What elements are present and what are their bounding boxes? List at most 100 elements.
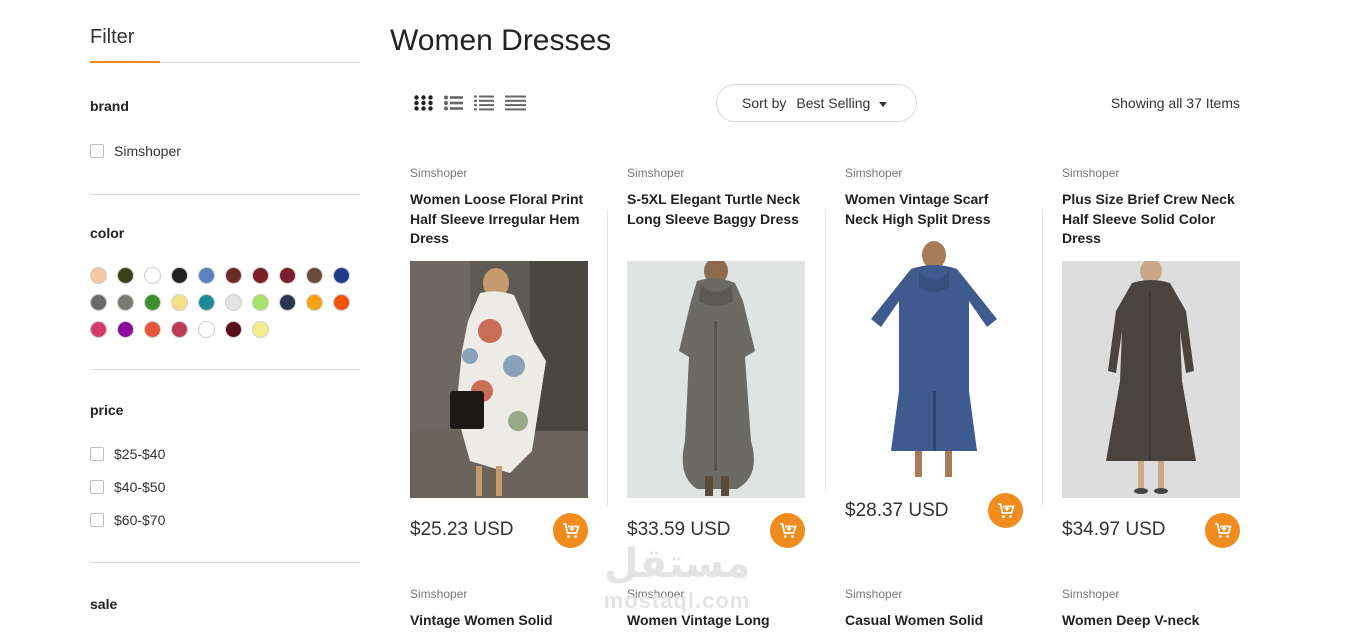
product-brand: Simshoper <box>845 587 903 601</box>
product-card[interactable]: Simshoper S-5XL Elegant Turtle Neck Long… <box>627 166 805 556</box>
color-swatch[interactable] <box>225 294 242 311</box>
cart-add-icon <box>562 523 580 538</box>
color-swatch[interactable] <box>117 321 134 338</box>
product-price: $28.37 USD <box>845 500 949 521</box>
color-swatch[interactable] <box>117 267 134 284</box>
color-swatch[interactable] <box>279 294 296 311</box>
price-option-60-70[interactable]: $60-$70 <box>90 512 165 528</box>
brand-section-title: brand <box>90 98 129 114</box>
color-swatch[interactable] <box>90 321 107 338</box>
color-swatch[interactable] <box>252 294 269 311</box>
product-price: $34.97 USD <box>1062 519 1166 540</box>
color-swatch[interactable] <box>90 267 107 284</box>
product-card[interactable]: Simshoper Women Vintage Long <box>627 587 805 632</box>
color-swatch[interactable] <box>198 294 215 311</box>
product-brand: Simshoper <box>1062 166 1120 180</box>
price-option-label: $60-$70 <box>114 512 166 528</box>
product-price: $33.59 USD <box>627 519 731 540</box>
brand-option-simshoper[interactable]: Simshoper <box>90 143 181 159</box>
product-name[interactable]: Vintage Women Solid <box>410 611 588 631</box>
color-swatch[interactable] <box>198 267 215 284</box>
price-section-title: price <box>90 402 124 418</box>
card-divider <box>1042 210 1043 506</box>
color-swatch[interactable] <box>144 321 161 338</box>
product-card[interactable]: Simshoper Vintage Women Solid <box>410 587 588 632</box>
filter-sidebar: Filter brand Simshoper color price $25-$… <box>90 0 360 623</box>
color-swatch[interactable] <box>198 321 215 338</box>
price-checkbox[interactable] <box>90 513 104 527</box>
cart-add-icon <box>779 523 797 538</box>
product-name[interactable]: Women Vintage Long <box>627 611 805 631</box>
color-swatches <box>90 267 350 338</box>
grid-view-icon[interactable] <box>414 95 433 111</box>
color-swatch[interactable] <box>117 294 134 311</box>
cart-add-icon <box>997 503 1015 518</box>
color-swatch[interactable] <box>90 294 107 311</box>
view-toggle-group <box>414 95 526 111</box>
product-name[interactable]: Plus Size Brief Crew Neck Half Sleeve So… <box>1062 190 1240 249</box>
product-brand: Simshoper <box>627 587 685 601</box>
page-title: Women Dresses <box>390 24 612 57</box>
cart-add-icon <box>1214 523 1232 538</box>
color-section-title: color <box>90 225 125 241</box>
card-divider <box>607 210 608 506</box>
product-card[interactable]: Simshoper Women Loose Floral Print Half … <box>410 166 588 556</box>
product-brand: Simshoper <box>1062 587 1120 601</box>
add-to-cart-button[interactable] <box>1205 513 1240 548</box>
product-name[interactable]: Casual Women Solid <box>845 611 1023 631</box>
color-swatch[interactable] <box>144 267 161 284</box>
color-swatch[interactable] <box>306 294 323 311</box>
color-swatch[interactable] <box>225 321 242 338</box>
product-image[interactable] <box>845 241 1023 478</box>
color-swatch[interactable] <box>333 294 350 311</box>
color-section: color <box>90 195 360 370</box>
price-option-25-40[interactable]: $25-$40 <box>90 446 165 462</box>
product-card[interactable]: Simshoper Casual Women Solid <box>845 587 1023 632</box>
product-image[interactable] <box>1062 261 1240 498</box>
color-swatch[interactable] <box>171 294 188 311</box>
color-swatch[interactable] <box>171 267 188 284</box>
color-swatch[interactable] <box>333 267 350 284</box>
product-card[interactable]: Simshoper Women Deep V-neck <box>1062 587 1240 632</box>
sort-label: Sort by <box>742 95 787 111</box>
price-option-40-50[interactable]: $40-$50 <box>90 479 165 495</box>
product-name[interactable]: Women Loose Floral Print Half Sleeve Irr… <box>410 190 588 249</box>
color-swatch[interactable] <box>252 321 269 338</box>
sale-section: sale <box>90 563 360 623</box>
product-name[interactable]: Women Vintage Scarf Neck High Split Dres… <box>845 190 1023 229</box>
color-swatch[interactable] <box>306 267 323 284</box>
product-brand: Simshoper <box>845 166 903 180</box>
list-view-icon[interactable] <box>444 95 463 111</box>
add-to-cart-button[interactable] <box>988 493 1023 528</box>
price-section: price $25-$40 $40-$50 $60-$70 <box>90 370 360 563</box>
product-card[interactable]: Simshoper Plus Size Brief Crew Neck Half… <box>1062 166 1240 556</box>
price-option-label: $25-$40 <box>114 446 166 462</box>
filter-title: Filter <box>90 26 135 48</box>
product-name[interactable]: Women Deep V-neck <box>1062 611 1240 631</box>
color-swatch[interactable] <box>279 267 296 284</box>
product-image[interactable] <box>627 261 805 498</box>
color-swatch[interactable] <box>144 294 161 311</box>
add-to-cart-button[interactable] <box>770 513 805 548</box>
color-swatch[interactable] <box>252 267 269 284</box>
chevron-down-icon <box>879 101 888 107</box>
compact-list-view-icon[interactable] <box>474 95 494 111</box>
color-swatch[interactable] <box>171 321 188 338</box>
brand-checkbox[interactable] <box>90 144 104 158</box>
sort-dropdown[interactable]: Sort by Best Selling <box>716 84 917 122</box>
card-divider <box>825 210 826 490</box>
price-checkbox[interactable] <box>90 447 104 461</box>
product-image[interactable] <box>410 261 588 498</box>
price-checkbox[interactable] <box>90 480 104 494</box>
brand-section: brand Simshoper <box>90 63 360 195</box>
product-price: $25.23 USD <box>410 519 514 540</box>
detail-view-icon[interactable] <box>505 95 526 111</box>
filter-header: Filter <box>90 0 360 63</box>
color-swatch[interactable] <box>225 267 242 284</box>
sale-section-title: sale <box>90 596 118 612</box>
product-card[interactable]: Simshoper Women Vintage Scarf Neck High … <box>845 166 1023 536</box>
brand-option-label: Simshoper <box>114 143 181 159</box>
add-to-cart-button[interactable] <box>553 513 588 548</box>
sort-selected-value: Best Selling <box>796 95 871 111</box>
product-name[interactable]: S-5XL Elegant Turtle Neck Long Sleeve Ba… <box>627 190 805 229</box>
